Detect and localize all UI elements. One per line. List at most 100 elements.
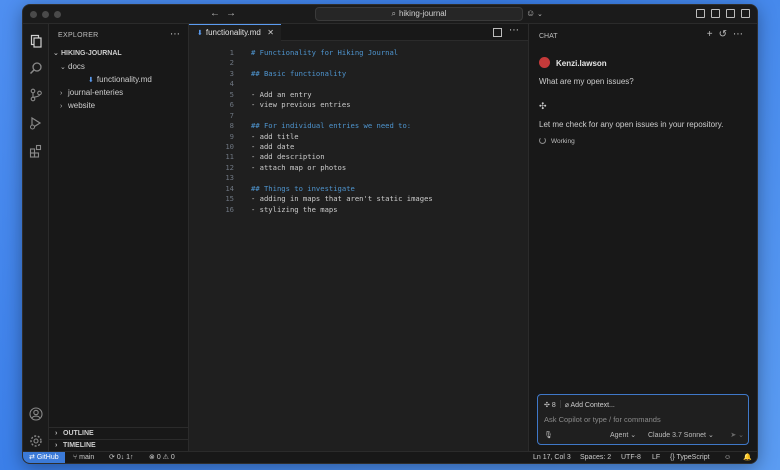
code-line[interactable]: 3 ## Basic functionality bbox=[189, 69, 528, 79]
line-number: 6 bbox=[229, 100, 234, 110]
code-line[interactable]: 6 - view previous entries bbox=[189, 100, 528, 110]
branch-label: main bbox=[79, 454, 95, 461]
chevron-down-icon[interactable]: ⌄ bbox=[537, 10, 543, 18]
line-number: 13 bbox=[225, 173, 234, 183]
indentation[interactable]: Spaces: 2 bbox=[580, 452, 611, 463]
toggle-panel-icon[interactable] bbox=[711, 9, 720, 18]
run-debug-icon[interactable] bbox=[29, 116, 43, 130]
branch-indicator[interactable]: ⑂ main bbox=[73, 452, 94, 463]
send-icon[interactable]: ➤ ⌄ bbox=[730, 431, 744, 439]
markdown-file-icon: ⬇ bbox=[197, 30, 203, 37]
toggle-sidebar-icon[interactable] bbox=[696, 9, 705, 18]
more-actions-icon[interactable]: ⋯ bbox=[170, 29, 180, 40]
attach-icon: ⌀ bbox=[564, 402, 569, 409]
line-text: - attach map or photos bbox=[251, 162, 347, 172]
tree-item-docs[interactable]: ⌄ docs bbox=[49, 61, 188, 73]
minimize-window-button[interactable] bbox=[42, 11, 49, 18]
timeline-label: TIMELINE bbox=[63, 442, 96, 449]
mode-picker[interactable]: Agent ⌄ bbox=[610, 431, 636, 439]
notifications-icon[interactable]: 🔔 bbox=[743, 452, 752, 463]
microphone-icon[interactable]: 🎙 bbox=[544, 431, 553, 439]
encoding[interactable]: UTF-8 bbox=[621, 452, 641, 463]
chat-panel: CHAT +↺⋯ Kenzi.lawson What are my open i… bbox=[529, 24, 757, 451]
copilot-status-icon[interactable]: ☺ bbox=[724, 452, 731, 463]
maximize-window-button[interactable] bbox=[54, 11, 61, 18]
end-of-line[interactable]: LF bbox=[652, 452, 660, 463]
split-editor-icon[interactable] bbox=[493, 28, 502, 37]
line-number: 7 bbox=[229, 110, 234, 120]
code-line[interactable]: 14 ## Things to investigate bbox=[189, 184, 528, 194]
code-editor[interactable]: 1 # Functionality for Hiking Journal 2 3 ## … bbox=[189, 48, 528, 215]
code-line[interactable]: 2 bbox=[189, 58, 528, 68]
outline-section[interactable]: › OUTLINE bbox=[49, 427, 188, 439]
history-icon[interactable]: ↺ bbox=[719, 29, 733, 40]
line-number: 11 bbox=[225, 152, 234, 162]
code-line[interactable]: 1 # Functionality for Hiking Journal bbox=[189, 48, 528, 58]
code-line[interactable]: 16 - stylizing the maps bbox=[189, 205, 528, 215]
arrow-right-icon[interactable]: → bbox=[226, 8, 236, 19]
tree-item-functionality-md[interactable]: ⬇ functionality.md bbox=[49, 74, 188, 86]
extensions-icon[interactable] bbox=[29, 144, 43, 158]
remote-icon: ⇄ bbox=[29, 454, 37, 461]
code-line[interactable]: 12 - attach map or photos bbox=[189, 163, 528, 173]
arrow-left-icon[interactable]: ← bbox=[210, 8, 220, 19]
model-picker[interactable]: Claude 3.7 Sonnet ⌄ bbox=[648, 431, 714, 439]
search-icon[interactable] bbox=[29, 61, 43, 75]
tools-icon[interactable]: ✣ bbox=[544, 402, 550, 409]
close-icon[interactable]: ✕ bbox=[267, 25, 274, 41]
line-number: 14 bbox=[225, 183, 234, 193]
markdown-file-icon: ⬇ bbox=[88, 77, 94, 84]
sync-indicator[interactable]: ⟳ 0↓ 1↑ bbox=[109, 452, 134, 463]
problems-indicator[interactable]: ⊗ 0 ⚠ 0 bbox=[149, 452, 175, 463]
tools-count: 8 bbox=[551, 402, 556, 409]
cursor-position[interactable]: Ln 17, Col 3 bbox=[533, 452, 571, 463]
editor-tab-functionality-md[interactable]: ⬇ functionality.md ✕ bbox=[189, 24, 281, 41]
language-mode[interactable]: {} TypeScript bbox=[670, 452, 710, 463]
code-line[interactable]: 11 - add description bbox=[189, 152, 528, 162]
tree-item-label: journal-enteries bbox=[68, 88, 124, 97]
chevron-right-icon: › bbox=[60, 90, 63, 97]
code-line[interactable]: 4 bbox=[189, 79, 528, 89]
code-line[interactable]: 8 ## For individual entries we need to: bbox=[189, 121, 528, 131]
more-actions-icon[interactable]: ⋯ bbox=[509, 25, 519, 36]
line-text: - add date bbox=[251, 141, 295, 151]
divider bbox=[559, 400, 561, 408]
title-bar: ← → ⌕ hiking-journal ☺ ⌄ bbox=[23, 5, 757, 24]
chat-title: CHAT bbox=[539, 33, 558, 40]
command-center-search[interactable]: ⌕ hiking-journal bbox=[315, 7, 523, 21]
toggle-secondary-sidebar-icon[interactable] bbox=[726, 9, 735, 18]
chevron-down-icon: ⌄ bbox=[60, 64, 66, 71]
spinner-icon bbox=[539, 137, 546, 144]
timeline-section[interactable]: › TIMELINE bbox=[49, 439, 188, 451]
workspace-root[interactable]: ⌄ HIKING-JOURNAL bbox=[49, 48, 188, 60]
chat-toolbar: +↺⋯ bbox=[707, 29, 749, 40]
add-context-button[interactable]: Add Context... bbox=[571, 402, 615, 409]
customize-layout-icon[interactable] bbox=[741, 9, 750, 18]
language-label: TypeScript bbox=[676, 454, 710, 461]
copilot-icon[interactable]: ☺ bbox=[526, 8, 535, 18]
code-line[interactable]: 7 bbox=[189, 111, 528, 121]
settings-icon[interactable] bbox=[29, 434, 43, 448]
code-line[interactable]: 10 - add date bbox=[189, 142, 528, 152]
tree-item-website[interactable]: › website bbox=[49, 100, 188, 112]
explorer-icon[interactable] bbox=[29, 34, 43, 48]
code-line[interactable]: 9 - add title bbox=[189, 132, 528, 142]
code-line[interactable]: 5 - Add an entry bbox=[189, 90, 528, 100]
line-text: - add description bbox=[251, 152, 325, 162]
tab-label: functionality.md bbox=[205, 28, 261, 37]
remote-indicator[interactable]: ⇄ GitHub bbox=[23, 452, 65, 463]
account-icon[interactable] bbox=[29, 407, 43, 421]
more-actions-icon[interactable]: ⋯ bbox=[733, 29, 749, 40]
code-line[interactable]: 15 - adding in maps that aren't static im… bbox=[189, 194, 528, 204]
close-window-button[interactable] bbox=[30, 11, 37, 18]
sync-label: 0↓ 1↑ bbox=[116, 454, 134, 461]
line-text: # Functionality for Hiking Journal bbox=[251, 48, 399, 57]
line-number: 16 bbox=[225, 204, 234, 214]
tree-item-journal-enteries[interactable]: › journal-enteries bbox=[49, 87, 188, 99]
chat-input-field[interactable]: Ask Copilot or type / for commands bbox=[544, 415, 661, 424]
chat-input-box[interactable]: ✣ 8 ⌀ Add Context... Ask Copilot or type … bbox=[537, 394, 749, 445]
model-label: Claude 3.7 Sonnet bbox=[648, 432, 706, 439]
source-control-icon[interactable] bbox=[29, 88, 43, 102]
new-chat-icon[interactable]: + bbox=[707, 29, 719, 40]
code-line[interactable]: 13 bbox=[189, 173, 528, 183]
